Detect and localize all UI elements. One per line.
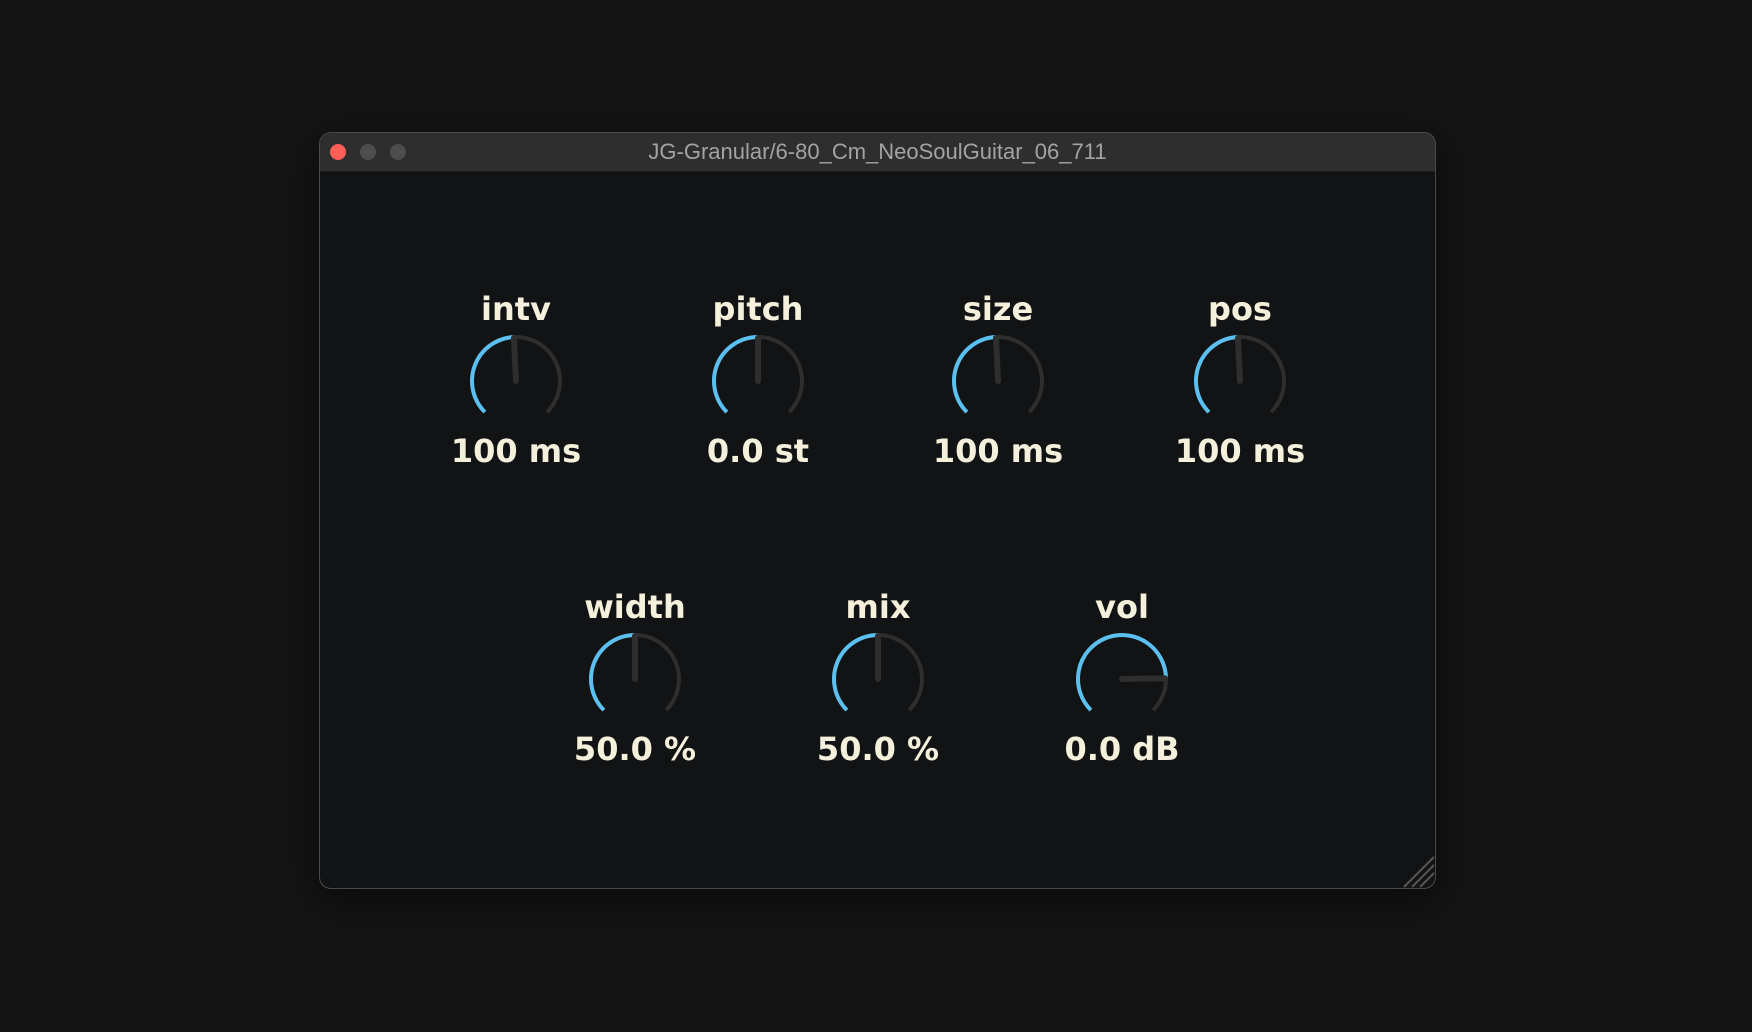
knob-value-arc — [712, 335, 759, 414]
knob-label-vol: vol — [1095, 588, 1149, 626]
knob-label-pitch: pitch — [712, 290, 804, 328]
window-title: JG-Granular/6-80_Cm_NeoSoulGuitar_06_711 — [648, 139, 1107, 164]
knob-value-intv: 100 ms — [450, 432, 582, 470]
knob-value-size: 100 ms — [932, 432, 1064, 470]
knob-dial[interactable] — [587, 631, 683, 727]
knob-value-arc — [832, 633, 879, 712]
size-knob[interactable] — [950, 333, 1046, 429]
knob-label-mix: mix — [845, 588, 911, 626]
knob-panel: intv 100 ms pitch 0.0 st size 100 ms pos… — [320, 172, 1435, 888]
mix-knob[interactable] — [830, 631, 926, 727]
knob-dial[interactable] — [468, 333, 564, 429]
vol-knob[interactable] — [1074, 631, 1170, 727]
pos-knob[interactable] — [1192, 333, 1288, 429]
knob-value-arc — [952, 335, 997, 414]
knob-dial[interactable] — [1192, 333, 1288, 429]
knob-dial[interactable] — [950, 333, 1046, 429]
knob-value-arc — [589, 633, 636, 712]
knob-dial[interactable] — [710, 333, 806, 429]
knob-value-mix: 50.0 % — [816, 730, 940, 768]
knob-label-pos: pos — [1208, 290, 1272, 328]
knob-pointer — [1119, 675, 1168, 682]
knob-value-pitch: 0.0 st — [706, 432, 810, 470]
resize-grip-icon[interactable] — [1401, 854, 1435, 888]
knob-pointer — [1234, 335, 1243, 384]
knob-dial[interactable] — [1074, 631, 1170, 727]
knob-value-arc — [470, 335, 515, 414]
knob-pointer — [510, 335, 519, 384]
width-knob[interactable] — [587, 631, 683, 727]
knob-dial[interactable] — [830, 631, 926, 727]
knob-pointer — [992, 335, 1001, 384]
title-bar[interactable]: JG-Granular/6-80_Cm_NeoSoulGuitar_06_711 — [320, 133, 1435, 172]
plugin-window: JG-Granular/6-80_Cm_NeoSoulGuitar_06_711… — [319, 132, 1436, 889]
knob-label-intv: intv — [481, 290, 551, 328]
knob-value-arc — [1076, 633, 1168, 712]
knob-value-pos: 100 ms — [1174, 432, 1306, 470]
knob-label-width: width — [584, 588, 686, 626]
knob-label-size: size — [962, 290, 1034, 328]
knob-value-vol: 0.0 dB — [1064, 730, 1180, 768]
knob-value-width: 50.0 % — [573, 730, 697, 768]
pitch-knob[interactable] — [710, 333, 806, 429]
knob-value-arc — [1194, 335, 1239, 414]
intv-knob[interactable] — [468, 333, 564, 429]
